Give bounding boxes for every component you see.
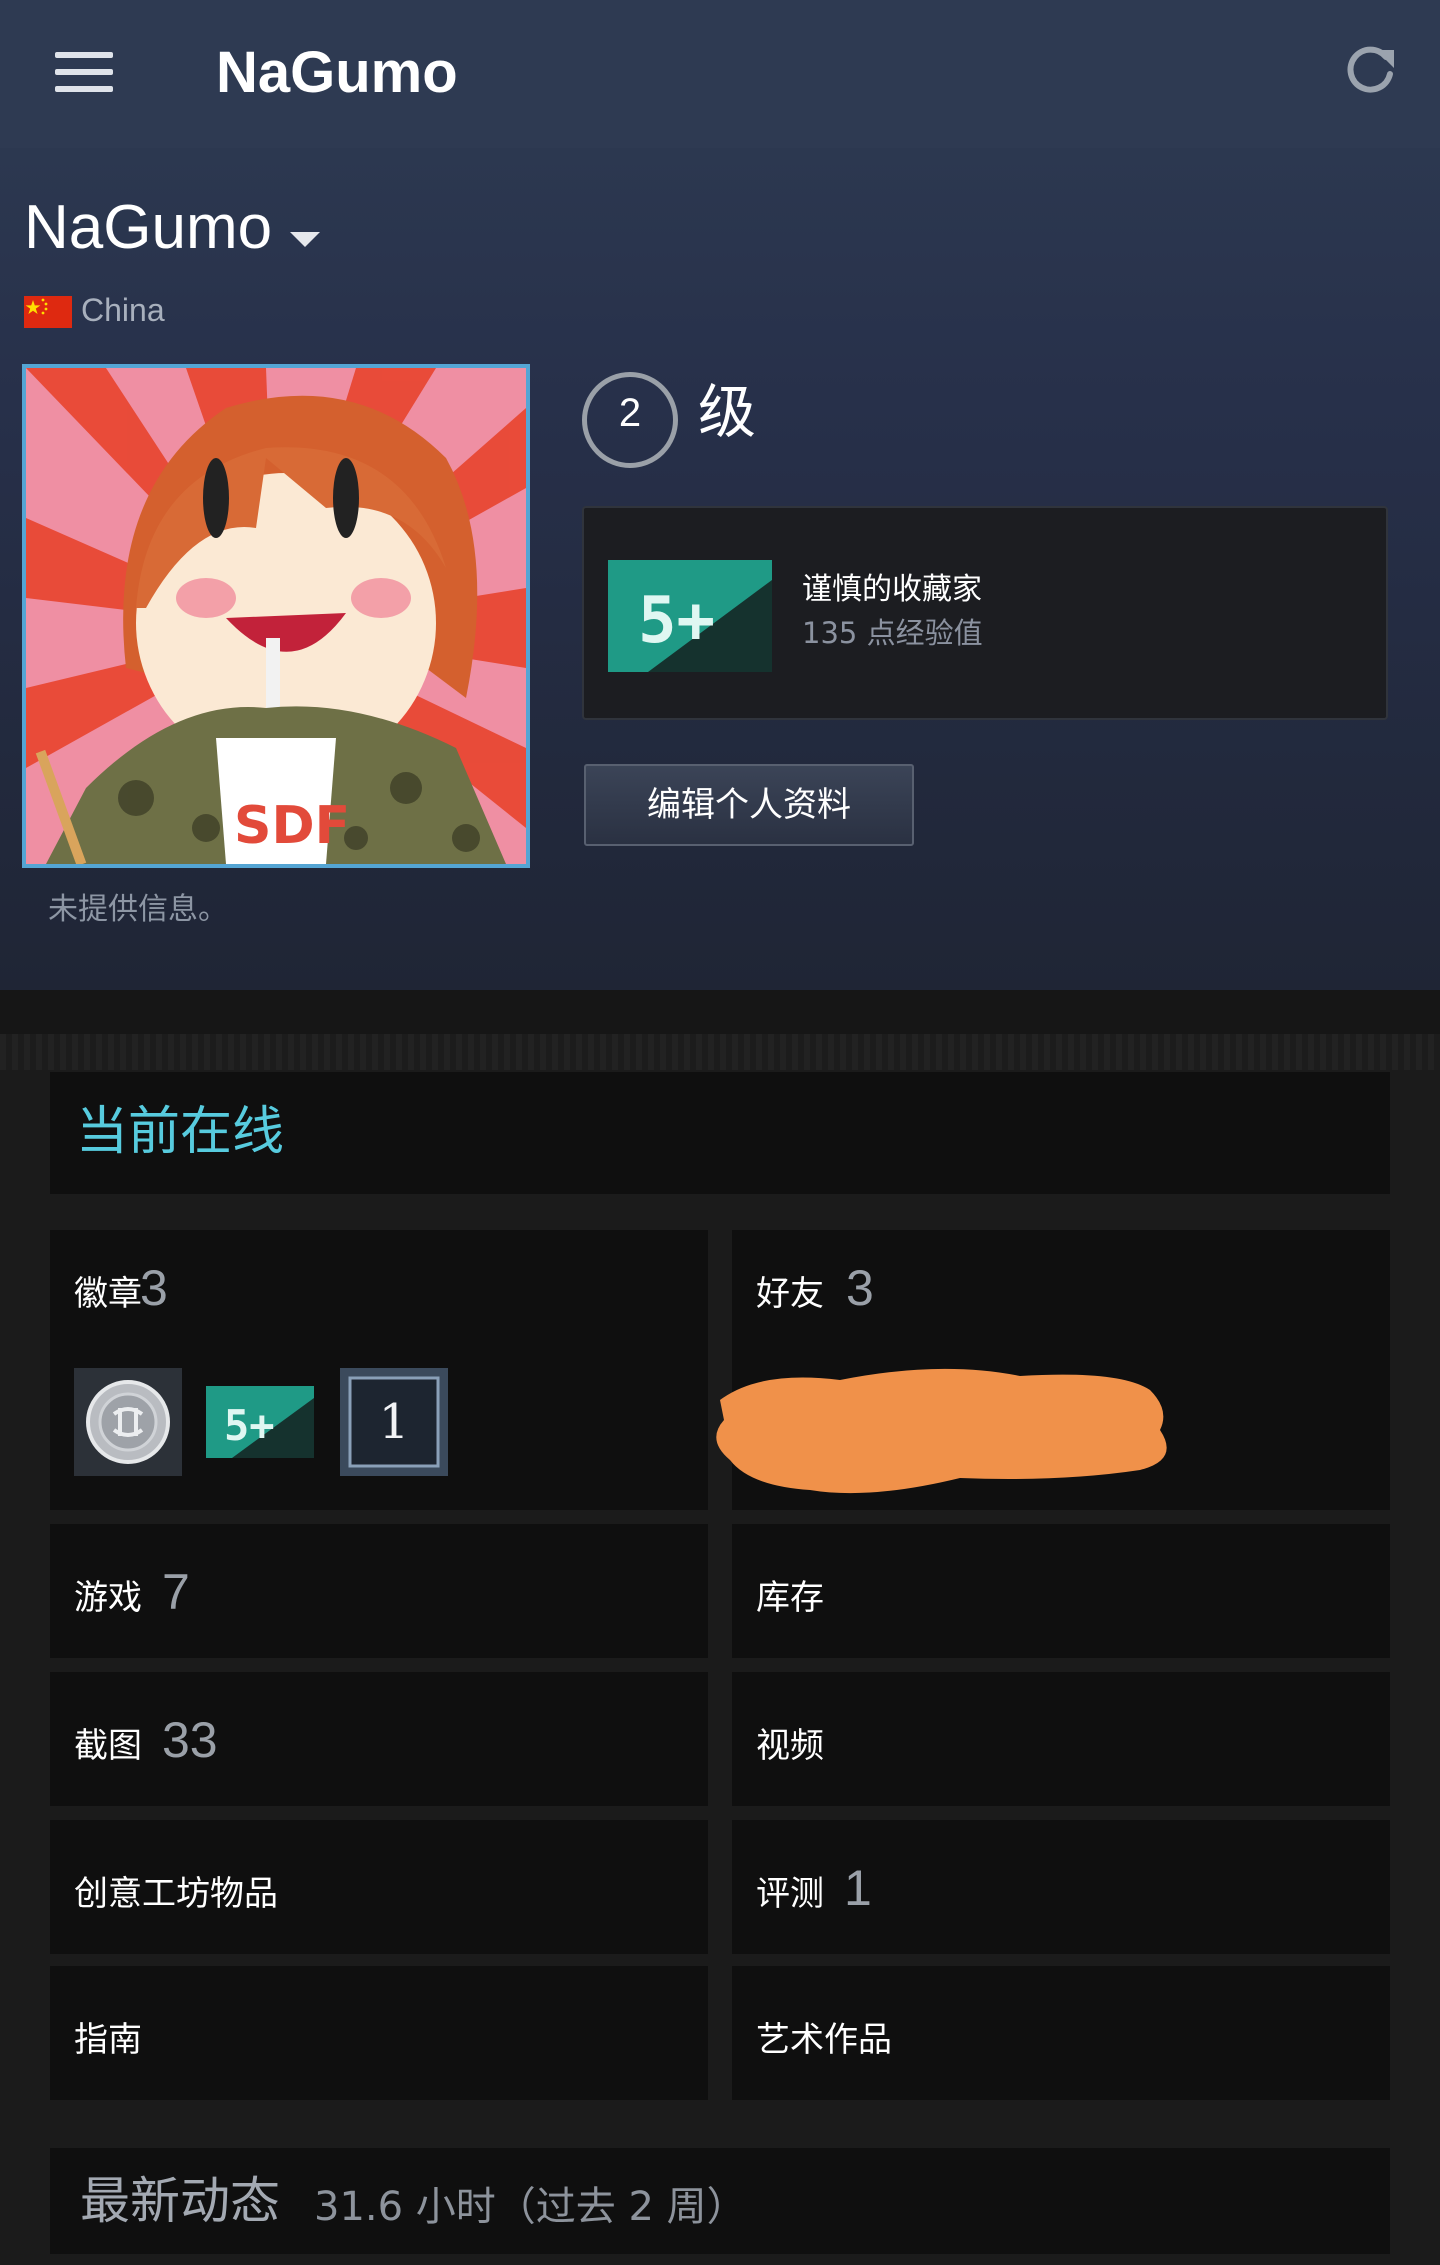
- svg-text:1: 1: [379, 1394, 410, 1450]
- screenshots-tile[interactable]: 截图 33: [50, 1672, 708, 1806]
- profile-summary: 未提供信息。: [48, 892, 228, 927]
- games-tile[interactable]: 游戏 7: [50, 1524, 708, 1658]
- reviews-label: 评测: [756, 1874, 824, 1914]
- hamburger-menu-icon[interactable]: [55, 52, 113, 92]
- screenshots-label: 截图: [74, 1726, 142, 1766]
- app-bar: NaGumo: [0, 0, 1440, 148]
- china-flag-icon: [24, 296, 72, 328]
- avatar-image: SDF: [26, 368, 526, 864]
- artwork-tile[interactable]: 艺术作品: [732, 1966, 1390, 2100]
- friends-count: 3: [846, 1260, 874, 1316]
- badges-count: 3: [140, 1260, 168, 1316]
- inventory-label: 库存: [756, 1578, 824, 1618]
- screenshots-count: 33: [162, 1712, 218, 1768]
- guides-tile[interactable]: 指南: [50, 1966, 708, 2100]
- svg-text:SDF: SDF: [234, 796, 350, 856]
- edit-profile-button[interactable]: 编辑个人资料: [584, 764, 914, 846]
- svg-text:5+: 5+: [224, 1401, 275, 1450]
- avatar[interactable]: SDF: [22, 364, 530, 868]
- badges-label: 徽章: [74, 1274, 142, 1314]
- games-count: 7: [162, 1564, 190, 1620]
- recent-activity-tile[interactable]: 最新动态 31.6 小时（过去 2 周）: [50, 2148, 1390, 2254]
- badges-tile[interactable]: 徽章 3 5+ 1: [50, 1230, 708, 1510]
- redaction-scribble: [716, 1368, 1167, 1494]
- online-status-tile: 当前在线: [50, 1072, 1390, 1194]
- persona-name[interactable]: NaGumo: [24, 190, 272, 266]
- friends-label: 好友: [756, 1274, 824, 1314]
- country-label: China: [81, 292, 165, 328]
- workshop-tile[interactable]: 创意工坊物品: [50, 1820, 708, 1954]
- level-badge[interactable]: 2: [582, 372, 678, 468]
- reviews-count: 1: [844, 1860, 872, 1916]
- friends-tile[interactable]: 好友 3: [716, 1230, 1390, 1510]
- reviews-tile[interactable]: 评测 1: [732, 1820, 1390, 1954]
- section-divider-stripe: [0, 1034, 1440, 1070]
- inventory-tile[interactable]: 库存: [732, 1524, 1390, 1658]
- chevron-down-icon[interactable]: [290, 232, 320, 247]
- level-label: 级: [698, 378, 757, 446]
- online-status: 当前在线: [76, 1102, 285, 1162]
- app-bar-title: NaGumo: [216, 40, 458, 105]
- videos-tile[interactable]: 视频: [732, 1672, 1390, 1806]
- guides-label: 指南: [74, 2020, 142, 2060]
- refresh-icon[interactable]: [1340, 40, 1400, 100]
- videos-label: 视频: [756, 1726, 824, 1766]
- featured-badge-name: 谨慎的收藏家: [802, 572, 982, 607]
- silver-coin-badge-icon[interactable]: [74, 1368, 182, 1476]
- collector-badge-icon: 5+: [608, 560, 772, 672]
- workshop-label: 创意工坊物品: [74, 1874, 278, 1914]
- featured-badge-xp: 135 点经验值: [802, 616, 983, 650]
- profile-header: NaGumo China SDF 未提供信息。 2 级 5+ 谨慎的收藏家 13…: [0, 148, 1440, 990]
- svg-text:5+: 5+: [638, 584, 715, 658]
- games-label: 游戏: [74, 1578, 142, 1618]
- recent-activity-title: 最新动态: [80, 2172, 280, 2230]
- years-of-service-badge-icon[interactable]: 1: [340, 1368, 448, 1476]
- recent-activity-hours: 31.6 小时（过去 2 周）: [314, 2184, 747, 2230]
- collector-badge-small-icon[interactable]: 5+: [206, 1368, 314, 1476]
- featured-badge-card[interactable]: 5+ 谨慎的收藏家 135 点经验值: [582, 506, 1388, 720]
- artwork-label: 艺术作品: [756, 2020, 892, 2060]
